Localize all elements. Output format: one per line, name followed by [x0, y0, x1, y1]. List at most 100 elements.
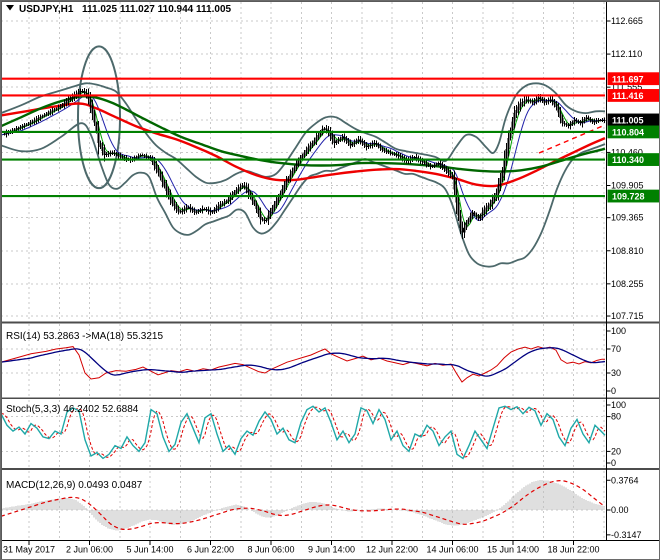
candle-body: [545, 101, 548, 103]
candle-body: [21, 126, 24, 128]
candle-body: [85, 92, 88, 95]
candle-body: [377, 144, 380, 147]
candle-body: [567, 125, 570, 127]
candle-body: [243, 185, 246, 187]
price-tick-label: 108.810: [611, 246, 644, 256]
candle-body: [39, 117, 42, 119]
candle-body: [163, 181, 166, 187]
rsi-panel[interactable]: [1, 346, 606, 383]
candle-body: [173, 203, 176, 207]
chart-title-quote: 111.025 111.027 110.944 111.005: [82, 4, 232, 15]
price-axis[interactable]: 112.665112.110111.555110.460109.905109.3…: [606, 16, 660, 540]
candle-body: [423, 161, 426, 164]
candle-body: [33, 120, 36, 122]
candle-body: [143, 155, 146, 157]
candle-body: [587, 117, 590, 119]
time-tick-label: 15 Jun 14:00: [487, 545, 539, 555]
candle-body: [101, 146, 104, 151]
candle-body: [59, 106, 62, 108]
candle-body: [557, 107, 560, 113]
candle-body: [193, 210, 196, 212]
candle-body: [431, 165, 434, 167]
candle-body: [473, 212, 476, 215]
candle-body: [245, 186, 248, 190]
candle-body: [565, 124, 568, 126]
candle-body: [253, 200, 256, 205]
candle-body: [581, 121, 584, 124]
candle-body: [467, 219, 470, 223]
candle-body: [367, 146, 370, 148]
candle-body: [65, 101, 68, 104]
candle-body: [41, 115, 44, 118]
candle-body: [487, 205, 490, 208]
rsi-indicator-label: RSI(14) 53.2863 ->MA(18) 55.3215: [6, 331, 163, 342]
candle-body: [77, 92, 80, 95]
candle-body: [477, 216, 480, 219]
candle-body: [161, 177, 164, 182]
candle-body: [35, 119, 38, 121]
candle-body: [541, 99, 544, 101]
candle-body: [121, 157, 124, 159]
candle-body: [315, 137, 318, 141]
price-tick-label: 109.905: [611, 180, 644, 190]
main-price-panel[interactable]: [1, 45, 606, 268]
candle-body: [287, 177, 290, 182]
candle-body: [325, 128, 328, 131]
candle-body: [147, 156, 150, 158]
stoch-tick-label: 0: [611, 458, 616, 468]
candle-body: [81, 91, 84, 93]
candle-body: [207, 210, 210, 212]
candle-body: [481, 212, 484, 216]
candle-body: [563, 123, 566, 125]
candle-body: [569, 124, 572, 127]
candle-body: [475, 214, 478, 217]
candle-body: [293, 167, 296, 171]
candle-body: [67, 99, 70, 102]
candle-body: [135, 156, 138, 159]
candle-body: [199, 210, 202, 212]
candle-body: [459, 215, 462, 229]
candle-body: [579, 122, 582, 124]
candle-body: [401, 157, 404, 159]
bollinger-upper-band: [1, 82, 606, 185]
candle-body: [339, 138, 342, 140]
candle-body: [513, 113, 516, 122]
rsi-tick-label: 70: [611, 344, 621, 354]
candle-body: [445, 168, 448, 171]
resistance-price-label: 111.416: [612, 91, 644, 101]
candle-body: [435, 164, 438, 166]
candle-body: [213, 209, 216, 212]
symbol-dropdown-icon[interactable]: [6, 5, 14, 11]
time-axis[interactable]: 31 May 2017 2 Jun 06:00 5 Jun 14:00 6 Jun 2…: [3, 540, 600, 555]
candle-body: [397, 155, 400, 157]
candle-body: [159, 172, 162, 178]
candle-body: [595, 120, 598, 122]
macd-indicator-label: MACD(12,26,9) 0.0493 0.0487: [6, 480, 143, 491]
candle-body: [225, 201, 228, 203]
candle-body: [167, 190, 170, 196]
candle-body: [519, 103, 522, 107]
candle-body: [547, 100, 550, 102]
candle-body: [317, 135, 320, 138]
candle-body: [295, 164, 298, 168]
candle-body: [549, 99, 552, 101]
candle-body: [451, 174, 454, 177]
candle-body: [269, 211, 272, 216]
candle-body: [99, 142, 102, 147]
candle-body: [561, 117, 564, 124]
chart-title-symbol: USDJPY,H1: [19, 4, 74, 15]
price-tick-label: 109.365: [611, 213, 644, 223]
candle-body: [491, 200, 494, 204]
candle-body: [387, 151, 390, 153]
candle-body: [265, 219, 268, 221]
candle-body: [165, 186, 168, 191]
candle-body: [305, 150, 308, 153]
candle-body: [517, 106, 520, 110]
candle-body: [103, 150, 106, 155]
candle-body: [353, 142, 356, 144]
candle-body: [25, 124, 28, 126]
candle-body: [313, 140, 316, 143]
candle-body: [335, 141, 338, 143]
candle-body: [171, 199, 174, 204]
candle-body: [3, 133, 6, 135]
